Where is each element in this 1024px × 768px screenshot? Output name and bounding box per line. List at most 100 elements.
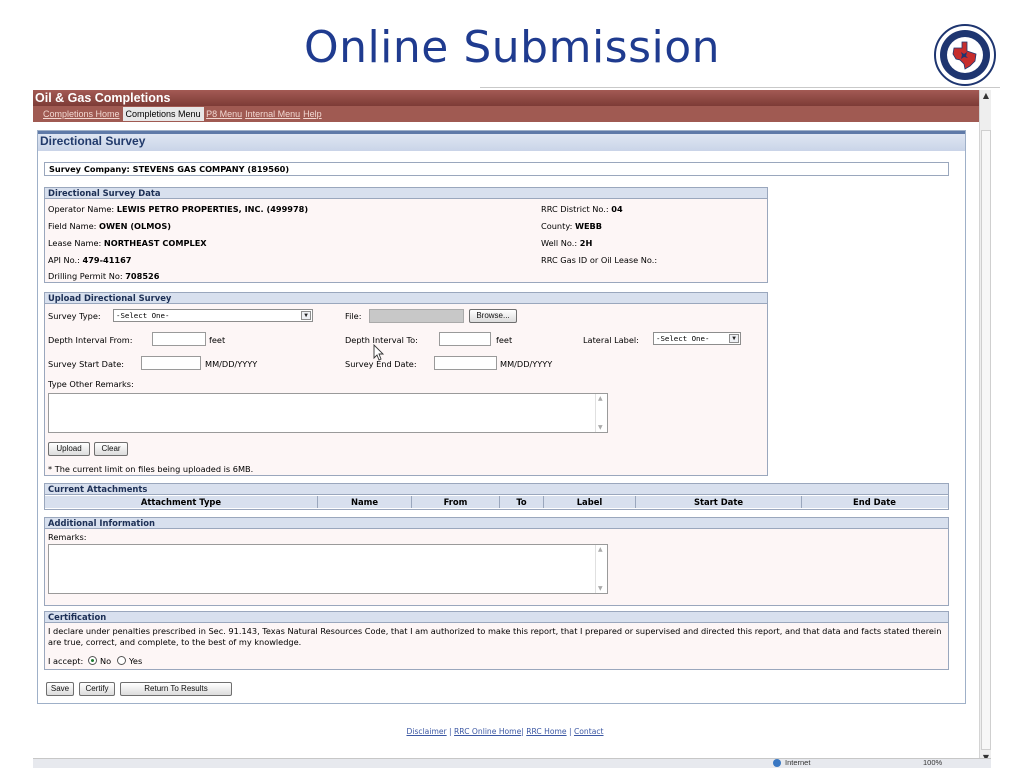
textarea-scrollbar[interactable]: ▲ ▼ bbox=[595, 394, 607, 432]
lease-label: Lease Name: bbox=[48, 238, 102, 248]
district-label: RRC District No.: bbox=[541, 204, 609, 214]
rrc-online-home-link[interactable]: RRC Online Home bbox=[454, 727, 521, 736]
well-value: 2H bbox=[579, 238, 593, 248]
col-attachment-type: Attachment Type bbox=[140, 497, 222, 507]
contact-link[interactable]: Contact bbox=[574, 727, 604, 736]
api-value: 479-41167 bbox=[82, 255, 132, 265]
permit-label: Drilling Permit No: bbox=[48, 271, 123, 281]
depth-to-unit: feet bbox=[496, 335, 513, 345]
col-start-date: Start Date bbox=[635, 496, 801, 508]
end-date-input[interactable] bbox=[434, 356, 497, 370]
app-header-title: Oil & Gas Completions bbox=[33, 90, 991, 106]
permit-value: 708526 bbox=[125, 271, 160, 281]
lateral-label: Lateral Label: bbox=[583, 335, 639, 345]
col-to: To bbox=[499, 496, 543, 508]
title-divider bbox=[480, 87, 1000, 88]
other-remarks-textarea[interactable]: ▲ ▼ bbox=[48, 393, 608, 433]
attachments-section: Current Attachments Attachment Type Name… bbox=[44, 483, 949, 510]
nav-internal-menu[interactable]: Internal Menu bbox=[245, 109, 300, 119]
operator-value: LEWIS PETRO PROPERTIES, INC. (499978) bbox=[116, 204, 309, 214]
attachments-header-row: Attachment Type Name From To Label Start… bbox=[45, 496, 948, 508]
lateral-label-select[interactable]: -Select One- ▼ bbox=[653, 332, 741, 345]
start-date-input[interactable] bbox=[141, 356, 201, 370]
upload-limit-note: * The current limit on files being uploa… bbox=[48, 464, 254, 474]
survey-type-value: -Select One- bbox=[116, 311, 170, 320]
app-nav-filler bbox=[379, 106, 979, 122]
footer-links: Disclaimer | RRC Online Home| RRC Home |… bbox=[406, 727, 604, 736]
operator-label: Operator Name: bbox=[48, 204, 115, 214]
additional-info-section: Additional Information Remarks: ▲ ▼ bbox=[44, 517, 949, 606]
start-date-label: Survey Start Date: bbox=[48, 359, 125, 369]
col-from: From bbox=[411, 496, 499, 508]
depth-from-unit: feet bbox=[209, 335, 226, 345]
chevron-down-icon: ▼ bbox=[301, 311, 311, 320]
col-end-date: End Date bbox=[801, 496, 947, 508]
start-date-format: MM/DD/YYYY bbox=[205, 359, 258, 369]
zoom-level[interactable]: 100% bbox=[923, 758, 942, 767]
end-date-format: MM/DD/YYYY bbox=[500, 359, 553, 369]
remarks-textarea[interactable]: ▲ ▼ bbox=[48, 544, 608, 594]
scrollbar-thumb[interactable] bbox=[981, 130, 991, 750]
file-label: File: bbox=[345, 311, 362, 321]
certify-button[interactable]: Certify bbox=[79, 682, 115, 696]
survey-data-section: Directional Survey Data Operator Name: L… bbox=[44, 187, 768, 283]
globe-icon bbox=[773, 759, 781, 767]
nav-p8-menu[interactable]: P8 Menu bbox=[206, 109, 242, 119]
accept-no-label: No bbox=[100, 656, 112, 666]
lateral-label-value: -Select One- bbox=[656, 334, 710, 343]
remarks-label: Remarks: bbox=[48, 532, 87, 542]
rrc-home-link[interactable]: RRC Home bbox=[526, 727, 566, 736]
survey-type-select[interactable]: -Select One- ▼ bbox=[113, 309, 313, 322]
disclaimer-link[interactable]: Disclaimer bbox=[406, 727, 446, 736]
scroll-up-icon[interactable]: ▲ bbox=[981, 91, 991, 101]
field-label: Field Name: bbox=[48, 221, 97, 231]
additional-info-heading: Additional Information bbox=[45, 518, 948, 529]
certification-heading: Certification bbox=[45, 612, 948, 623]
browser-scrollbar[interactable]: ▲ ▼ bbox=[979, 90, 991, 768]
api-label: API No.: bbox=[48, 255, 80, 265]
security-zone-label: Internet bbox=[785, 758, 811, 767]
railroad-commission-seal-icon bbox=[934, 24, 996, 86]
browser-status-bar: Internet 100% bbox=[33, 758, 991, 768]
survey-data-heading: Directional Survey Data bbox=[45, 188, 767, 199]
certification-statement: I declare under penalties prescribed in … bbox=[48, 626, 942, 647]
accept-no-radio[interactable] bbox=[88, 656, 97, 665]
district-value: 04 bbox=[611, 204, 623, 214]
accept-yes-radio[interactable] bbox=[117, 656, 126, 665]
well-label: Well No.: bbox=[541, 238, 578, 248]
mouse-pointer-icon bbox=[373, 344, 385, 361]
depth-to-input[interactable] bbox=[439, 332, 491, 346]
county-label: County: bbox=[541, 221, 573, 231]
browser-window: Oil & Gas Completions Completions Home Co… bbox=[33, 90, 991, 768]
gas-id-label: RRC Gas ID or Oil Lease No.: bbox=[541, 255, 658, 265]
survey-company-box: Survey Company: STEVENS GAS COMPANY (819… bbox=[44, 162, 949, 176]
survey-company-label: Survey Company: STEVENS GAS COMPANY (819… bbox=[49, 164, 290, 174]
app-nav-bar: Completions Home Completions Menu P8 Menu… bbox=[33, 106, 379, 122]
nav-completions-menu[interactable]: Completions Menu bbox=[122, 107, 204, 121]
upload-heading: Upload Directional Survey bbox=[45, 293, 767, 304]
file-path-input[interactable] bbox=[369, 309, 464, 323]
nav-help[interactable]: Help bbox=[303, 109, 322, 119]
browse-button[interactable]: Browse... bbox=[469, 309, 517, 323]
field-value: OWEN (OLMOS) bbox=[99, 221, 171, 231]
slide-title: Online Submission bbox=[303, 22, 721, 73]
nav-completions-home[interactable]: Completions Home bbox=[43, 109, 120, 119]
chevron-down-icon: ▼ bbox=[729, 334, 739, 343]
county-value: WEBB bbox=[574, 221, 603, 231]
lease-value: NORTHEAST COMPLEX bbox=[103, 238, 207, 248]
upload-button[interactable]: Upload bbox=[48, 442, 90, 456]
attachments-heading: Current Attachments bbox=[45, 484, 948, 495]
other-remarks-label: Type Other Remarks: bbox=[48, 379, 134, 389]
clear-button[interactable]: Clear bbox=[94, 442, 128, 456]
directional-survey-page: Directional Survey Survey Company: STEVE… bbox=[37, 130, 966, 704]
col-name: Name bbox=[317, 496, 411, 508]
certification-section: Certification I declare under penalties … bbox=[44, 611, 949, 670]
col-label: Label bbox=[543, 496, 635, 508]
survey-type-label: Survey Type: bbox=[48, 311, 101, 321]
textarea-scrollbar[interactable]: ▲ ▼ bbox=[595, 545, 607, 593]
depth-from-input[interactable] bbox=[152, 332, 206, 346]
page-heading: Directional Survey bbox=[38, 131, 965, 151]
save-button[interactable]: Save bbox=[46, 682, 74, 696]
return-to-results-button[interactable]: Return To Results bbox=[120, 682, 232, 696]
accept-label: I accept: bbox=[48, 656, 84, 666]
